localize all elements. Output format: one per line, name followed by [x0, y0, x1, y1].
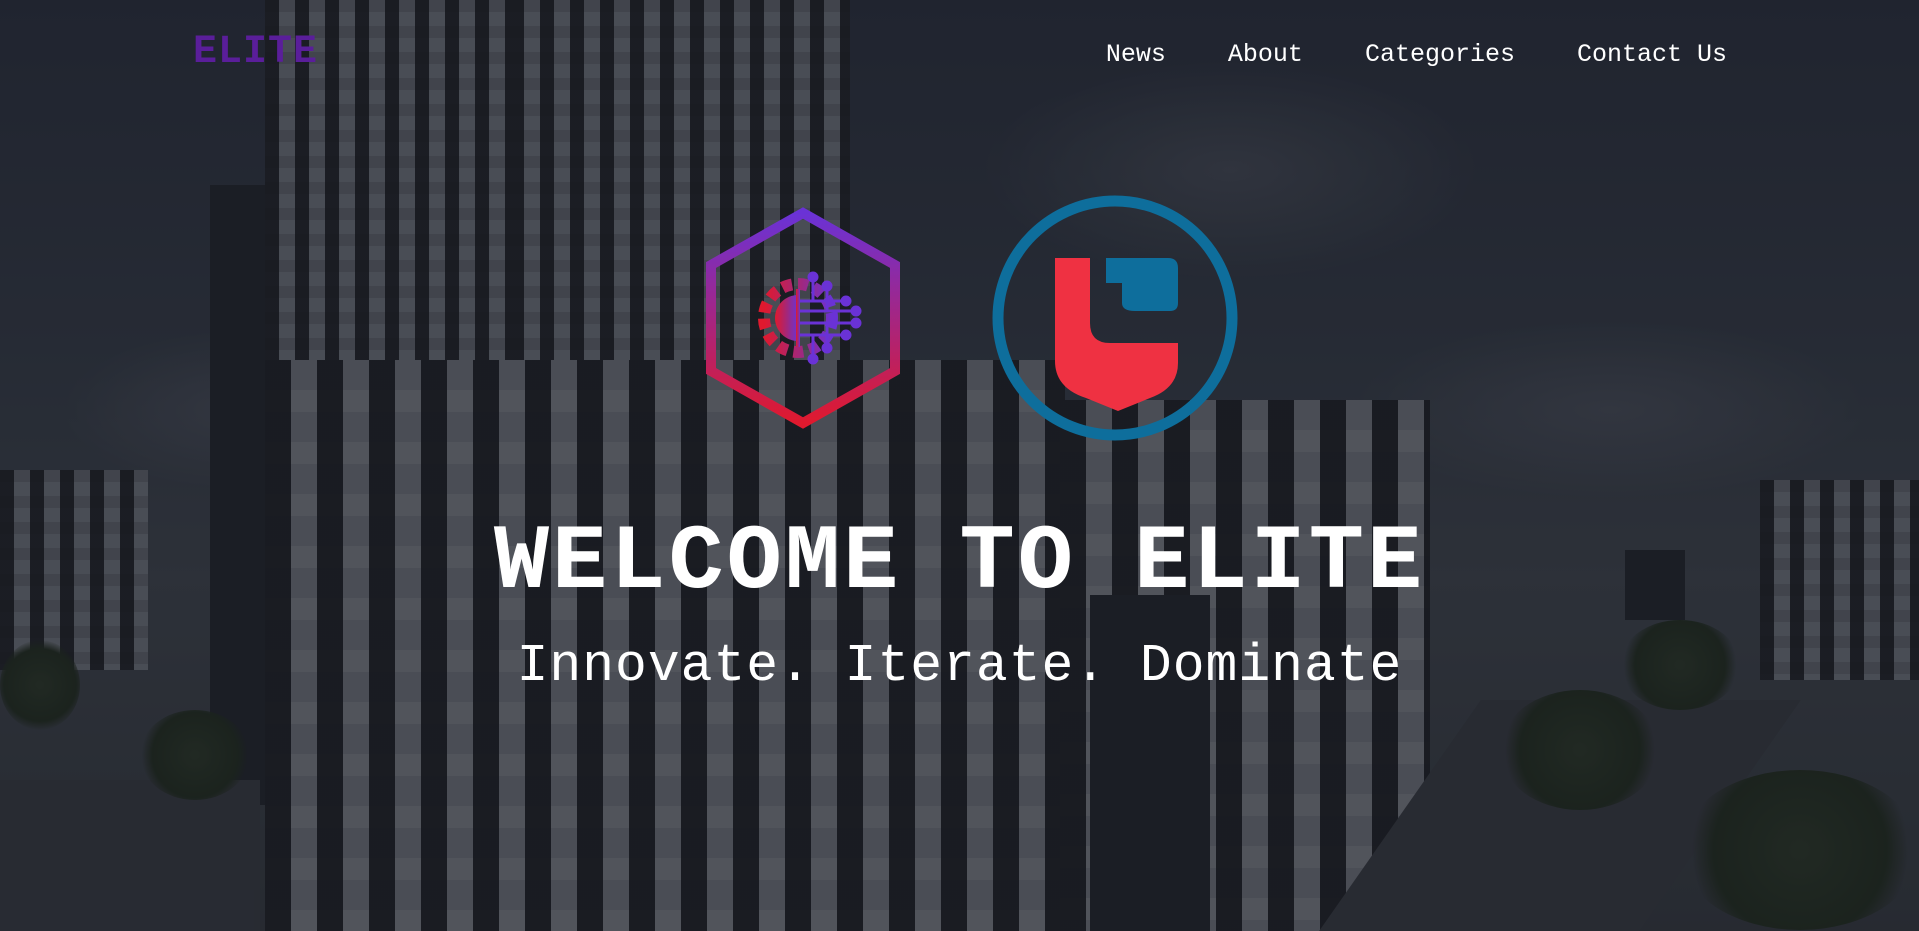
circle-shield-icon: [992, 195, 1238, 441]
hero-title: WELCOME TO ELITE: [493, 510, 1426, 615]
hero-background-image: [0, 0, 1919, 931]
brand-logo[interactable]: ELITE: [193, 30, 318, 75]
nav-item-categories[interactable]: Categories: [1365, 40, 1515, 69]
dark-overlay: [0, 0, 1919, 931]
hexagon-circuit-gear-icon: [706, 207, 900, 429]
top-navigation: ELITE News About Categories Contact Us: [0, 0, 1919, 110]
nav-item-news[interactable]: News: [1106, 40, 1166, 69]
nav-item-contact-us[interactable]: Contact Us: [1577, 40, 1727, 69]
hero-tagline: Innovate. Iterate. Dominate: [516, 636, 1403, 696]
nav-item-about[interactable]: About: [1228, 40, 1303, 69]
nav-menu: News About Categories Contact Us: [1106, 40, 1727, 69]
